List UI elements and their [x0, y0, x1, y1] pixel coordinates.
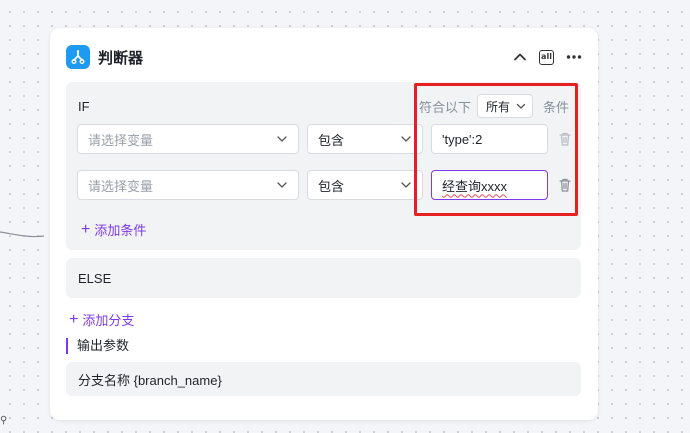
- condition-value-text: 'type':2: [442, 131, 483, 147]
- else-label: ELSE: [78, 270, 112, 286]
- chevron-down-icon: [516, 103, 526, 109]
- connection-edge: [0, 231, 44, 238]
- trash-icon[interactable]: [558, 177, 572, 193]
- condition-value-input[interactable]: 经查询xxxx: [431, 170, 548, 200]
- plus-icon: +: [69, 310, 79, 328]
- operator-select[interactable]: 包含: [307, 124, 423, 154]
- node-title: 判断器: [98, 49, 144, 67]
- canvas-corner-icon: ⚲: [0, 415, 8, 426]
- more-button[interactable]: [566, 50, 582, 64]
- condition-value-text: 经查询xxxx: [442, 178, 508, 194]
- variable-placeholder: 请选择变量: [88, 132, 154, 148]
- add-branch-button[interactable]: + 添加分支: [69, 310, 134, 329]
- more-horizontal-icon: [566, 55, 582, 59]
- chevron-down-icon: [277, 136, 287, 142]
- chevron-down-icon: [401, 136, 411, 142]
- operator-value: 包含: [318, 132, 345, 148]
- variable-placeholder: 请选择变量: [88, 178, 154, 194]
- match-mode-value: 所有: [485, 99, 510, 114]
- header-actions: all: [513, 49, 582, 65]
- chevron-down-icon: [277, 182, 287, 188]
- condition-node-card[interactable]: 判断器 all IF 符合以下 所有 条件 请选择变量 包含 'type':2 …: [50, 28, 598, 420]
- node-header: 判断器 all: [66, 44, 582, 70]
- match-suffix-label: 条件: [542, 99, 569, 115]
- collapse-button[interactable]: [513, 50, 527, 64]
- if-branch-panel: IF 符合以下 所有 条件 请选择变量 包含 'type':2 请选择变量 包含…: [66, 82, 581, 250]
- plus-icon: +: [81, 220, 91, 238]
- if-label: IF: [78, 99, 90, 114]
- trash-icon[interactable]: [558, 131, 572, 147]
- chevron-up-icon: [514, 53, 526, 61]
- output-param-text: 分支名称 {branch_name}: [78, 372, 222, 388]
- show-all-button[interactable]: all: [539, 49, 554, 65]
- branch-icon: [66, 45, 90, 69]
- output-params-title: 输出参数: [66, 338, 129, 354]
- else-branch-panel: ELSE: [66, 258, 581, 298]
- all-badge-icon: all: [539, 49, 554, 65]
- output-param-row: 分支名称 {branch_name}: [66, 362, 581, 396]
- variable-select[interactable]: 请选择变量: [77, 124, 299, 154]
- operator-value: 包含: [318, 178, 345, 194]
- add-condition-label: 添加条件: [94, 223, 147, 238]
- operator-select[interactable]: 包含: [307, 170, 423, 200]
- add-condition-button[interactable]: + 添加条件: [81, 220, 146, 239]
- add-branch-label: 添加分支: [82, 313, 135, 328]
- chevron-down-icon: [401, 182, 411, 188]
- match-mode-row: 符合以下 所有 条件: [419, 94, 569, 118]
- variable-select[interactable]: 请选择变量: [77, 170, 299, 200]
- match-prefix-label: 符合以下: [418, 99, 471, 115]
- match-mode-select[interactable]: 所有: [476, 94, 533, 118]
- condition-value-input[interactable]: 'type':2: [431, 124, 548, 154]
